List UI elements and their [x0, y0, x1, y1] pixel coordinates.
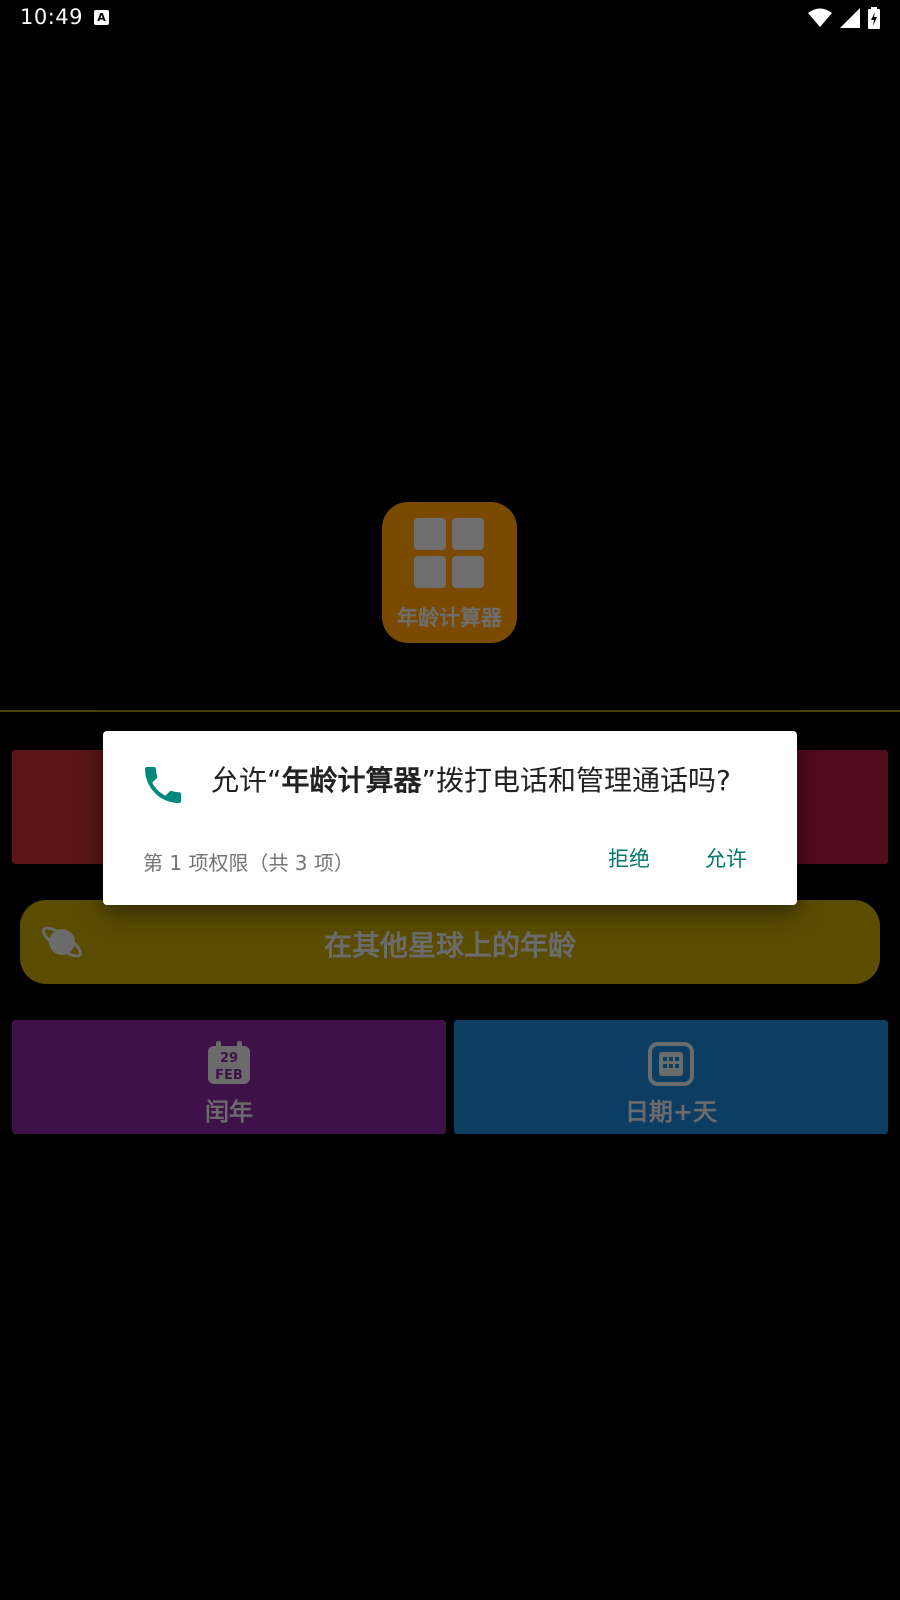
- status-time: 10:49: [20, 5, 84, 29]
- permission-counter: 第 1 项权限（共 3 项）: [143, 851, 354, 875]
- allow-button[interactable]: 允许: [705, 843, 747, 873]
- calendar-feb-icon: 29 FEB: [208, 1041, 250, 1084]
- phone-icon: [145, 767, 181, 803]
- calendar-grid-icon: [648, 1042, 694, 1086]
- signal-icon: [840, 8, 860, 28]
- deny-button[interactable]: 拒绝: [608, 843, 650, 873]
- status-icons: [808, 7, 880, 29]
- app-logo-text: 年龄计算器: [397, 606, 502, 630]
- leap-year-label: 闰年: [205, 1098, 253, 1126]
- other-planets-age-button[interactable]: 在其他星球上的年龄: [20, 900, 880, 984]
- message-suffix: ”拨打电话和管理通话吗?: [421, 764, 731, 797]
- date-plus-days-tile[interactable]: 日期+天: [454, 1020, 888, 1134]
- wifi-icon: [808, 8, 832, 27]
- other-planets-age-label: 在其他星球上的年龄: [323, 929, 576, 962]
- calendar-month: FEB: [215, 1068, 243, 1083]
- message-prefix: 允许“: [211, 764, 282, 797]
- calculator-icon: [414, 518, 484, 588]
- leap-year-tile[interactable]: 29 FEB 闰年: [12, 1020, 446, 1134]
- calendar-day: 29: [220, 1051, 238, 1066]
- notification-icon: A: [94, 10, 109, 25]
- battery-charging-icon: [868, 7, 880, 29]
- status-bar: 10:49 A: [0, 0, 900, 36]
- message-app-name: 年龄计算器: [281, 764, 422, 797]
- permission-dialog: 允许“年龄计算器”拨打电话和管理通话吗? 第 1 项权限（共 3 项） 拒绝 允…: [103, 731, 797, 905]
- app-logo: 年龄计算器: [382, 502, 517, 643]
- divider: [0, 710, 900, 712]
- permission-message: 允许“年龄计算器”拨打电话和管理通话吗?: [211, 761, 777, 801]
- date-plus-days-label: 日期+天: [624, 1098, 718, 1126]
